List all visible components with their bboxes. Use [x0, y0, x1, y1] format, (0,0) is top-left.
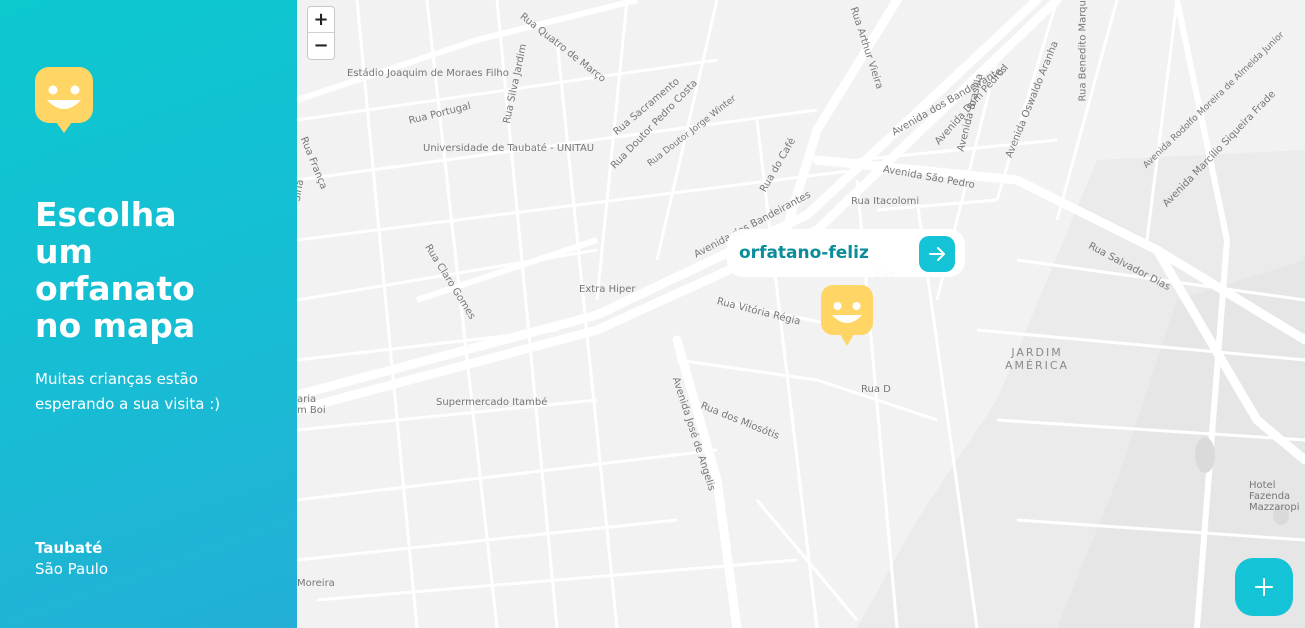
zoom-out-button[interactable]: −: [308, 33, 334, 59]
open-orphanage-button[interactable]: [919, 236, 955, 272]
map-label: Moreira: [297, 578, 335, 589]
orphanage-popup: orfatano-feliz: [727, 229, 965, 277]
location-state: São Paulo: [35, 560, 109, 578]
popup-orphanage-name: orfatano-feliz: [739, 243, 869, 263]
arrow-right-icon: [929, 247, 945, 261]
map-label: Rua Benedito Marques: [1077, 0, 1089, 102]
map-area-label: JARDIM AMÉRICA: [1005, 346, 1070, 372]
map-label: Rua D: [861, 384, 891, 395]
plus-icon: [1255, 578, 1273, 596]
map-label: Rua Itacolomi: [851, 196, 920, 207]
zoom-in-button[interactable]: +: [308, 7, 334, 33]
add-orphanage-button[interactable]: [1235, 558, 1293, 616]
page-title: Escolha um orfanato no mapa: [35, 195, 196, 345]
happy-map-marker-icon: [34, 66, 94, 136]
map-label: aria m Boi: [297, 394, 326, 416]
map-label: Universidade de Taubaté - UNITAU: [423, 143, 595, 154]
sidebar: Escolha um orfanato no mapa Muitas crian…: [0, 0, 297, 628]
happy-map-marker-icon: [821, 285, 873, 346]
map-label: Supermercado Itambé: [436, 397, 548, 408]
orphanage-map-marker[interactable]: [821, 285, 873, 347]
map[interactable]: Estádio Joaquim de Moraes Filho Rua Port…: [297, 0, 1305, 628]
page-subtitle: Muitas crianças estão esperando a sua vi…: [35, 370, 221, 413]
map-label: Estádio Joaquim de Moraes Filho: [347, 68, 509, 79]
map-label: Hotel Fazenda Mazzaropi: [1249, 480, 1300, 513]
location-city: Taubaté: [35, 539, 103, 557]
map-label: Extra Hiper: [579, 284, 636, 295]
zoom-control: + −: [307, 6, 335, 60]
map-tiles: [297, 0, 1305, 628]
